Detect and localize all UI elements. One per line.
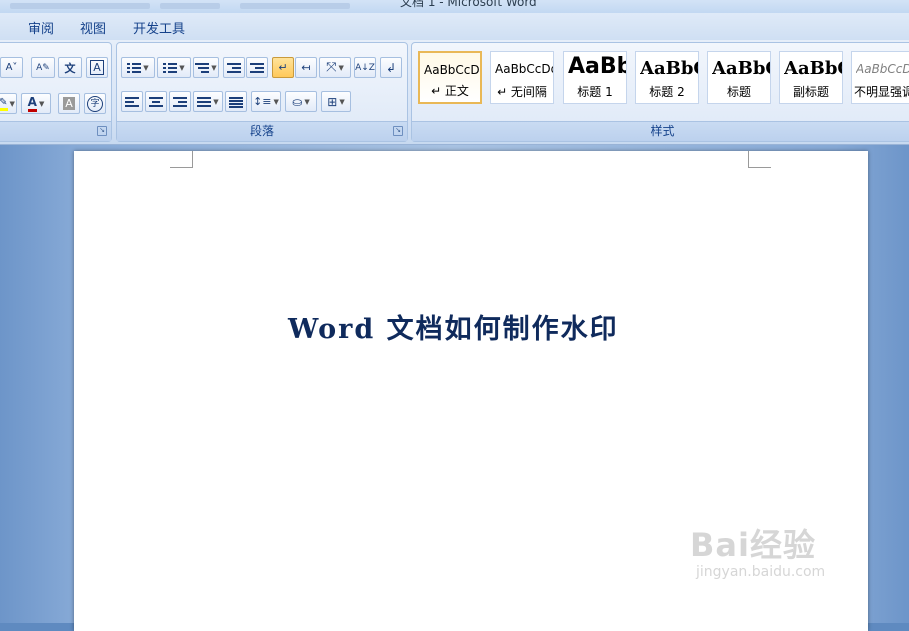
title-bar: 文档 1 - Microsoft Word — [0, 0, 909, 13]
tab-view[interactable]: 视图 — [80, 18, 106, 37]
styles-group: AaBbCcDd ↵ 正文 AaBbCcDd ↵ 无间隔 AaBb 标题 1 A… — [411, 42, 909, 142]
font-group: A˅ A✎ 文 A ✎ ▼ A ▼ A 字 ↘ — [0, 42, 112, 142]
phonetic-guide-icon: 文 — [64, 61, 76, 75]
paint-bucket-icon: ⛀ — [292, 94, 303, 109]
shrink-font-icon: A˅ — [5, 62, 18, 73]
line-spacing-button[interactable]: ↕≡ ▼ — [251, 91, 281, 112]
rtl-direction-button[interactable]: ↤ — [295, 57, 317, 78]
decrease-indent-icon — [227, 62, 241, 74]
paragraph-mark-icon: ↵ — [278, 61, 288, 74]
tab-review[interactable]: 审阅 — [28, 18, 54, 37]
bullet-list-icon — [127, 62, 142, 74]
window-title: 文档 1 - Microsoft Word — [400, 0, 537, 9]
style-heading-2[interactable]: AaBbC 标题 2 — [635, 51, 699, 104]
dialog-launcher-icon[interactable]: ↘ — [393, 126, 403, 136]
align-left-icon — [125, 96, 139, 108]
paragraph-group-label: 段落 — [117, 121, 407, 141]
chinese-layout-button[interactable]: ⤧ ▼ — [319, 57, 351, 78]
style-name: 标题 — [726, 85, 751, 99]
bullets-button[interactable]: ▼ — [121, 57, 155, 78]
paragraph-group: ▼ ▼ ▼ ↵ ↤ ⤧ ▼ A↓Z ↲ ▼ ↕≡ ▼ ⛀ ▼ ⊞ ▼ 段落 ↘ — [116, 42, 408, 142]
numbering-button[interactable]: ▼ — [157, 57, 191, 78]
pilcrow-icon: ↲ — [385, 60, 397, 75]
watermark-brand: Bai经验 — [690, 526, 816, 564]
distributed-icon — [229, 96, 243, 108]
clear-format-icon: A✎ — [36, 62, 50, 73]
style-name: 标题 1 — [577, 85, 613, 99]
dialog-launcher-icon[interactable]: ↘ — [97, 126, 107, 136]
char-shading-icon: A — [63, 97, 75, 110]
margin-corner-mark — [170, 151, 193, 168]
style-sample: AaBbC — [784, 58, 842, 79]
font-color-button[interactable]: A ▼ — [21, 93, 51, 114]
style-sample: AaBb — [568, 54, 626, 79]
style-sample: AaBbCcDd — [856, 62, 909, 76]
enclose-char-button[interactable]: 字 — [84, 93, 106, 114]
align-right-button[interactable] — [169, 91, 191, 112]
style-subtitle[interactable]: AaBbC 副标题 — [779, 51, 843, 104]
document-body-text[interactable]: Word 文档如何制作水印 — [288, 307, 619, 346]
style-name: 副标题 — [792, 85, 829, 99]
text-direction-icon: ↤ — [301, 61, 311, 74]
enclose-char-icon: 字 — [87, 95, 103, 112]
ribbon: A˅ A✎ 文 A ✎ ▼ A ▼ A 字 ↘ ▼ ▼ ▼ ↵ ↤ ⤧ ▼ A↓Z ↲… — [0, 40, 909, 145]
style-subtle-emphasis[interactable]: AaBbCcDd 不明显强调 — [851, 51, 909, 104]
ribbon-tab-bar: 审阅 视图 开发工具 — [0, 13, 909, 41]
chinese-layout-icon: ⤧ — [326, 60, 337, 75]
watermark-url: jingyan.baidu.com — [696, 564, 826, 580]
style-title[interactable]: AaBbC 标题 — [707, 51, 771, 104]
baidu-jingyan-watermark: Bai经验 jingyan.baidu.com — [690, 520, 825, 580]
char-border-icon: A — [90, 60, 104, 75]
clear-format-button[interactable]: A✎ — [31, 57, 55, 78]
decrease-indent-button[interactable] — [223, 57, 245, 78]
char-border-button[interactable]: A — [86, 57, 108, 78]
highlight-button[interactable]: ✎ ▼ — [0, 93, 17, 114]
taskbar-tab-blur — [160, 3, 220, 9]
numbered-list-icon — [163, 62, 178, 74]
taskbar-tab-blur — [240, 3, 350, 9]
font-color-icon: A — [27, 95, 37, 112]
border-grid-icon: ⊞ — [327, 94, 338, 109]
style-sample: AaBbCcDd — [424, 63, 480, 77]
font-group-label — [0, 121, 111, 141]
margin-corner-mark — [748, 151, 771, 168]
sort-button[interactable]: A↓Z — [354, 57, 376, 78]
styles-group-label: 样式 — [412, 121, 909, 141]
style-name: ↵ 无间隔 — [497, 85, 547, 99]
align-center-icon — [149, 96, 163, 108]
line-spacing-icon: ↕≡ — [253, 95, 272, 108]
highlighter-icon: ✎ — [0, 97, 8, 111]
shading-button[interactable]: ⛀ ▼ — [285, 91, 317, 112]
char-shading-button[interactable]: A — [58, 93, 80, 114]
borders-button[interactable]: ⊞ ▼ — [321, 91, 351, 112]
tab-developer[interactable]: 开发工具 — [133, 18, 185, 37]
style-normal[interactable]: AaBbCcDd ↵ 正文 — [418, 51, 482, 104]
style-sample: AaBbC — [640, 58, 698, 79]
style-sample: AaBbC — [712, 58, 770, 79]
justify-icon — [197, 96, 212, 108]
sort-az-icon: A↓Z — [355, 62, 375, 73]
shrink-font-button[interactable]: A˅ — [0, 57, 23, 78]
style-sample: AaBbCcDd — [495, 62, 553, 76]
multilevel-list-button[interactable]: ▼ — [193, 57, 219, 78]
align-center-button[interactable] — [145, 91, 167, 112]
show-formatting-marks-button[interactable]: ↵ — [272, 57, 294, 78]
show-marks-button[interactable]: ↲ — [380, 57, 402, 78]
style-name: 不明显强调 — [854, 85, 909, 99]
align-left-button[interactable] — [121, 91, 143, 112]
style-name: ↵ 正文 — [431, 84, 469, 98]
justify-button[interactable]: ▼ — [193, 91, 223, 112]
distributed-button[interactable] — [225, 91, 247, 112]
style-heading-1[interactable]: AaBb 标题 1 — [563, 51, 627, 104]
phonetic-guide-button[interactable]: 文 — [58, 57, 82, 78]
taskbar-tab-blur — [10, 3, 150, 9]
style-no-spacing[interactable]: AaBbCcDd ↵ 无间隔 — [490, 51, 554, 104]
style-name: 标题 2 — [649, 85, 685, 99]
align-right-icon — [173, 96, 187, 108]
increase-indent-button[interactable] — [246, 57, 268, 78]
multilevel-list-icon — [195, 62, 210, 74]
increase-indent-icon — [250, 62, 264, 74]
